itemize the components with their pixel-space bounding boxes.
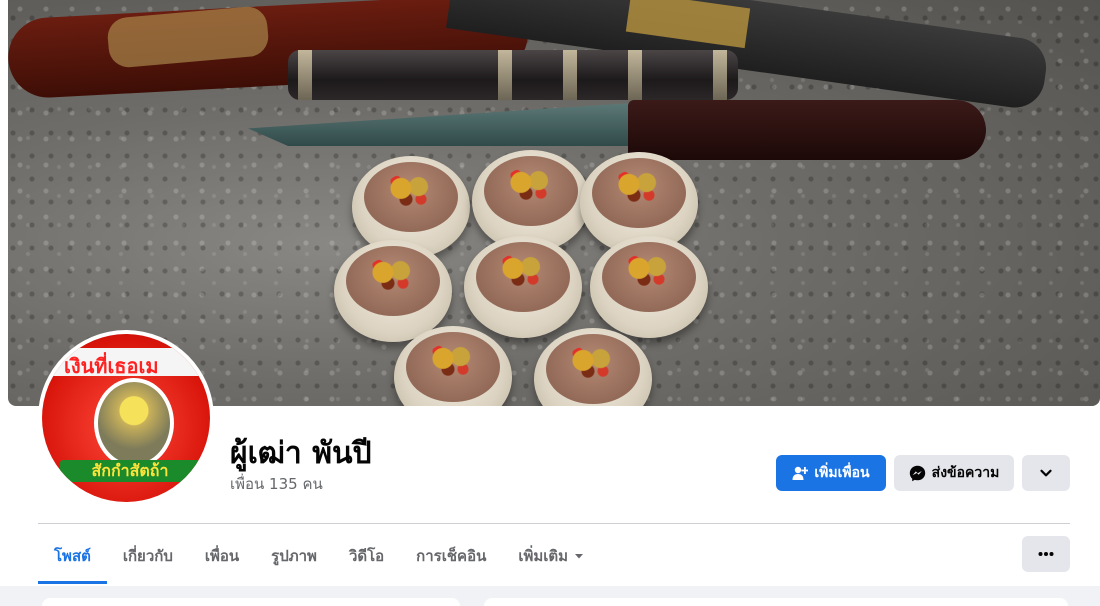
tab-photos[interactable]: รูปภาพ xyxy=(255,528,333,584)
tabs-overflow-button[interactable] xyxy=(1022,536,1070,572)
profile-header: เงินที่เธอเม สักกำสัตถ้า ผู้เฒ่า พันปี เ… xyxy=(0,0,1100,586)
tab-videos[interactable]: วิดีโอ xyxy=(333,528,400,584)
profile-tabs: โพสต์ เกี่ยวกับ เพื่อน รูปภาพ วิดีโอ การ… xyxy=(38,528,600,584)
amulet xyxy=(590,236,708,338)
cover-knife-handle-dark xyxy=(628,100,986,160)
chevron-down-icon xyxy=(1039,466,1053,480)
tab-label: เพื่อน xyxy=(204,547,240,565)
tab-label: โพสต์ xyxy=(54,547,91,565)
header-divider xyxy=(38,523,1070,524)
messenger-icon xyxy=(909,465,926,482)
ellipsis-icon xyxy=(1038,551,1054,557)
more-actions-button[interactable] xyxy=(1022,455,1070,491)
avatar-footer-text: สักกำสัตถ้า xyxy=(60,460,200,482)
amulet xyxy=(464,236,582,338)
friends-count[interactable]: เพื่อน 135 คน xyxy=(230,472,323,496)
tab-checkins[interactable]: การเช็คอิน xyxy=(400,528,502,584)
avatar-banner-text: เงินที่เธอเม xyxy=(64,354,159,378)
message-button[interactable]: ส่งข้อความ xyxy=(894,455,1014,491)
add-friend-label: เพิ่มเพื่อน xyxy=(814,465,870,481)
handle-ring xyxy=(713,50,727,100)
profile-avatar[interactable]: เงินที่เธอเม สักกำสัตถ้า xyxy=(38,330,214,506)
tab-label: เกี่ยวกับ xyxy=(122,547,173,565)
add-friend-button[interactable]: เพิ่มเพื่อน xyxy=(776,455,886,491)
tab-label: การเช็คอิน xyxy=(416,547,487,565)
tab-label: วิดีโอ xyxy=(348,547,385,565)
intro-card xyxy=(42,598,460,606)
handle-ring xyxy=(298,50,312,100)
tab-label: รูปภาพ xyxy=(271,547,317,565)
tab-posts[interactable]: โพสต์ xyxy=(38,528,107,584)
tab-about[interactable]: เกี่ยวกับ xyxy=(107,528,189,584)
profile-name: ผู้เฒ่า พันปี xyxy=(230,436,372,471)
avatar-person-photo xyxy=(94,378,174,468)
handle-ring xyxy=(498,50,512,100)
tab-more[interactable]: เพิ่มเติม xyxy=(502,528,600,584)
posts-card xyxy=(484,598,1068,606)
message-label: ส่งข้อความ xyxy=(931,465,1000,481)
caret-down-icon xyxy=(574,551,584,561)
handle-ring xyxy=(563,50,577,100)
tab-friends[interactable]: เพื่อน xyxy=(189,528,255,584)
amulet xyxy=(334,240,452,342)
cover-knife-handle xyxy=(288,50,738,100)
add-friend-icon xyxy=(792,465,809,481)
tab-label: เพิ่มเติม xyxy=(518,547,569,565)
handle-ring xyxy=(628,50,642,100)
avatar-image: เงินที่เธอเม สักกำสัตถ้า xyxy=(42,334,210,502)
